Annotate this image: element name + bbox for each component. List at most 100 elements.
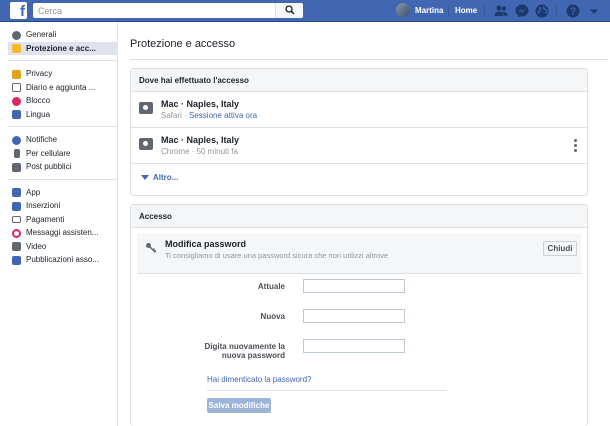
messenger-icon[interactable] [514,3,530,19]
show-more-label: Altro... [153,173,179,182]
close-button[interactable]: Chiudi [543,241,577,256]
sidebar-item-label: App [26,187,41,197]
current-password-label: Attuale [257,282,285,291]
sidebar-item-messaggi-assistenza[interactable]: Messaggi assisten... [8,226,118,240]
timeline-icon [12,83,21,92]
language-icon [12,110,21,119]
new-password-label: Nuova [260,312,285,321]
sidebar-item-app[interactable]: App [8,186,118,200]
facebook-logo-icon[interactable]: f [10,2,27,20]
sidebar-item-label: Blocco [26,96,51,105]
sidebar-item-label: Privacy [26,69,53,78]
sidebar-item-label: Protezione e acc... [26,43,96,53]
session-row: Mac · Naples, Italy Safari · Sessione at… [131,92,587,128]
sidebar-item-generali[interactable]: Generali [8,28,118,42]
sidebar-item-label: Pagamenti [26,214,65,224]
nav-divider [484,5,485,17]
show-more-link[interactable]: Altro... [131,164,587,191]
sidebar-item-label: Post pubblici [26,162,72,171]
rss-icon [12,162,21,172]
sidebar-item-cellulare[interactable]: Per cellulare [8,147,118,161]
session-row: Mac · Naples, Italy Chrome · 50 minuti f… [131,128,587,164]
sidebar-item-notifiche[interactable]: Notifiche [8,133,118,147]
search-icon [285,5,295,15]
home-link[interactable]: Home [455,6,477,15]
card-heading: Accesso [131,205,587,228]
session-browser: Chrome [161,147,190,156]
mac-device-icon [139,138,153,150]
sidebar-group-account: Generali Protezione e acc... [8,22,118,61]
sidebar-item-diario[interactable]: Diario e aggiunta ... [8,81,118,95]
help-icon[interactable]: ? [565,3,581,19]
dropdown-arrow-icon[interactable] [586,3,602,19]
forgot-password-link[interactable]: Hai dimenticato la password? [207,375,312,384]
sidebar-item-pubblicazioni[interactable]: Pubblicazioni asso... [8,253,118,267]
current-password-field[interactable] [303,279,405,293]
notifications-globe-icon[interactable] [534,3,550,19]
card-heading: Dove hai effettuato l'accesso [131,69,587,92]
divider [207,390,447,391]
sidebar-item-privacy[interactable]: Privacy [8,67,118,81]
separator-dot: · [189,147,197,156]
support-icon [12,228,21,238]
retype-label-line: nuova password [221,351,285,360]
svg-text:?: ? [570,7,576,18]
save-changes-button[interactable]: Salva modifiche [207,398,271,413]
sidebar-item-label: Diario e aggiunta ... [26,82,96,92]
sidebar-item-post-pubblici[interactable]: Post pubblici [8,160,118,174]
access-card: Accesso Modifica password Ti consigliamo… [130,204,588,426]
sidebar-item-lingua[interactable]: Lingua [8,108,118,122]
retype-password-label: Digita nuovamente la nuova password [165,342,285,360]
top-navigation-bar: f Martina Home ? [0,0,610,22]
sidebar-group-apps: App Inserzioni Pagamenti Messaggi assist… [8,180,118,272]
separator-dot: · [181,111,190,120]
sidebar-item-blocco[interactable]: Blocco [8,94,118,108]
sidebar-item-label: Pubblicazioni asso... [26,255,99,264]
change-password-description: Ti consigliamo di usare una password sic… [165,251,389,260]
main-content: Protezione e accesso Dove hai effettuato… [118,22,610,426]
mobile-icon [13,149,20,158]
where-logged-in-card: Dove hai effettuato l'accesso Mac · Napl… [130,68,588,196]
friend-requests-icon[interactable] [493,3,509,19]
session-details: Chrome · 50 minuti fa [161,147,238,156]
session-status: 50 minuti fa [196,147,238,156]
more-options-icon[interactable] [574,139,577,154]
sidebar-group-notifications: Notifiche Per cellulare Post pubblici [8,127,118,180]
new-password-field[interactable] [303,309,405,323]
key-icon [146,243,157,254]
sidebar-item-inserzioni[interactable]: Inserzioni [8,199,118,213]
retype-label-line: Digita nuovamente la [204,342,285,351]
ads-icon [12,201,21,211]
caret-down-icon [141,175,149,180]
search-input[interactable] [38,4,278,17]
avatar [396,3,410,17]
sidebar-item-label: Notifiche [26,135,58,144]
sidebar-item-label: Lingua [26,109,51,119]
sidebar-item-protezione-accesso[interactable]: Protezione e acc... [8,41,118,55]
globe-icon [12,135,21,145]
settings-sidebar: Generali Protezione e acc... Privacy Dia… [0,22,118,426]
user-name: Martina [415,6,444,15]
nav-divider [448,5,449,17]
sidebar-item-label: Inserzioni [26,201,61,210]
lock-icon [12,69,21,79]
payments-icon [12,216,21,223]
divider [130,59,608,60]
search-button[interactable] [275,3,303,18]
sidebar-item-video[interactable]: Video [8,240,118,254]
session-browser: Safari [161,111,182,120]
session-device: Mac · Naples, Italy [161,99,240,109]
session-status: Sessione attiva ora [189,111,258,120]
video-icon [12,242,21,251]
mac-device-icon [139,102,153,114]
sidebar-item-pagamenti[interactable]: Pagamenti [8,213,118,227]
sidebar-group-privacy: Privacy Diario e aggiunta ... Blocco Lin… [8,61,118,127]
search-box [33,3,303,18]
retype-password-field[interactable] [303,339,405,353]
apps-icon [12,188,21,197]
shield-icon [12,44,21,53]
page-title: Protezione e accesso [130,38,236,50]
publications-icon [12,255,21,265]
session-details: Safari · Sessione attiva ora [161,111,257,120]
change-password-header: Modifica password Ti consigliamo di usar… [137,234,581,274]
